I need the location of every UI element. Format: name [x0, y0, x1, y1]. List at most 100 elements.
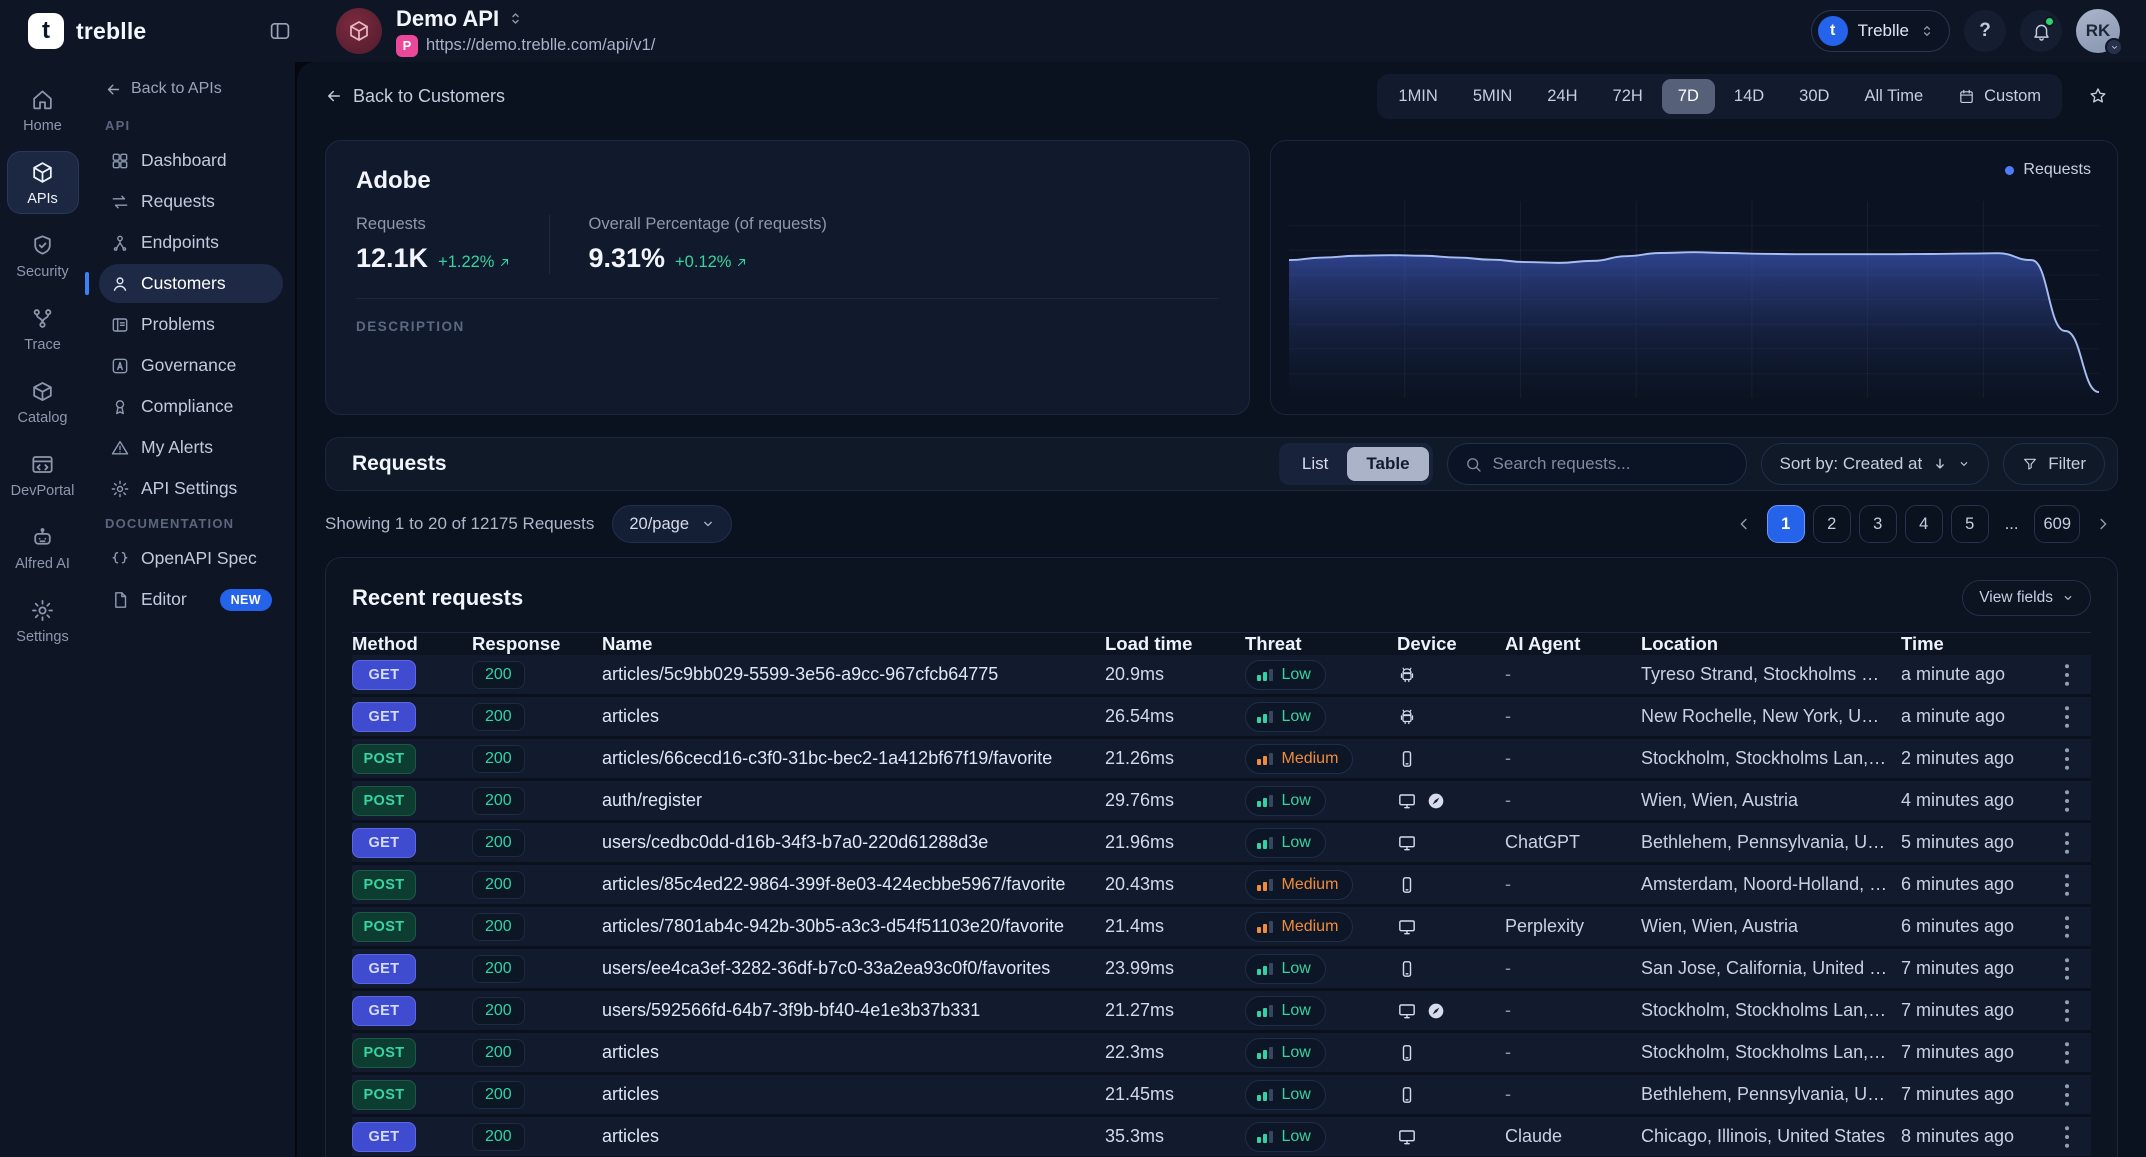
threat-bars-icon	[1257, 669, 1273, 681]
env-badge: P	[396, 35, 418, 57]
filter-button[interactable]: Filter	[2003, 443, 2105, 485]
sidebar-item-problems[interactable]: Problems	[99, 305, 283, 344]
load-time: 21.96ms	[1105, 832, 1245, 853]
method-badge: POST	[352, 870, 416, 900]
row-menu-button[interactable]	[2051, 701, 2083, 733]
row-menu-button[interactable]	[2051, 1121, 2083, 1153]
sidebar-item-customers[interactable]: Customers	[99, 264, 283, 303]
back-to-customers-link[interactable]: Back to Customers	[325, 86, 505, 107]
rail-item-catalog[interactable]: Catalog	[7, 370, 79, 433]
sidebar-item-editor[interactable]: EditorNEW	[99, 580, 283, 619]
main-area: Back to Customers 1MIN5MIN24H72H7D14D30D…	[295, 62, 2146, 1157]
sidebar-item-dashboard[interactable]: Dashboard	[99, 141, 283, 180]
location: Stockholm, Stockholms Lan, S...	[1641, 1042, 1901, 1063]
row-menu-button[interactable]	[2051, 743, 2083, 775]
page-size-select[interactable]: 20/page	[612, 505, 732, 543]
new-badge: NEW	[220, 589, 272, 611]
row-menu-button[interactable]	[2051, 1037, 2083, 1069]
page-button-5[interactable]: 5	[1951, 505, 1989, 543]
table-row[interactable]: POST 200 articles/7801ab4c-942b-30b5-a3c…	[352, 907, 2091, 949]
chevrons-updown-icon	[507, 10, 524, 27]
search-input[interactable]	[1493, 454, 1730, 474]
brand-name: treblle	[76, 18, 146, 45]
view-fields-button[interactable]: View fields	[1962, 580, 2091, 616]
table-row[interactable]: GET 200 users/cedbc0dd-d16b-34f3-b7a0-22…	[352, 823, 2091, 865]
row-menu-button[interactable]	[2051, 827, 2083, 859]
customer-name: Adobe	[356, 167, 1219, 195]
rail-item-alfred-ai[interactable]: Alfred AI	[7, 516, 79, 579]
sort-button[interactable]: Sort by: Created at	[1761, 443, 1990, 485]
help-button[interactable]: ?	[1964, 10, 2006, 52]
device-icons	[1397, 1043, 1505, 1063]
table-row[interactable]: POST 200 articles 22.3ms Low - Stockholm…	[352, 1033, 2091, 1075]
prev-page-button[interactable]	[1729, 505, 1759, 543]
table-row[interactable]: POST 200 auth/register 29.76ms Low - Wie…	[352, 781, 2091, 823]
view-toggle-table[interactable]: Table	[1347, 447, 1428, 481]
sidebar-toggle-button[interactable]	[260, 11, 300, 51]
favorite-button[interactable]	[2078, 76, 2118, 116]
description-label: DESCRIPTION	[356, 319, 1219, 334]
row-menu-button[interactable]	[2051, 659, 2083, 691]
api-switcher[interactable]: Demo API P https://demo.treblle.com/api/…	[336, 6, 655, 57]
rail-item-trace[interactable]: Trace	[7, 297, 79, 360]
sidebar-item-endpoints[interactable]: Endpoints	[99, 223, 283, 262]
column-header-device: Device	[1397, 633, 1505, 655]
page-button-2[interactable]: 2	[1813, 505, 1851, 543]
table-row[interactable]: GET 200 users/ee4ca3ef-3282-36df-b7c0-33…	[352, 949, 2091, 991]
range-button-24h[interactable]: 24H	[1531, 79, 1593, 114]
page-button-3[interactable]: 3	[1859, 505, 1897, 543]
range-button-custom[interactable]: Custom	[1942, 79, 2057, 114]
rail-item-label: Security	[16, 264, 68, 280]
stat-value: 12.1K	[356, 243, 428, 274]
range-button-14d[interactable]: 14D	[1718, 79, 1780, 114]
sidebar-item-openapi-spec[interactable]: OpenAPI Spec	[99, 539, 283, 578]
notifications-button[interactable]	[2020, 10, 2062, 52]
range-button-1min[interactable]: 1MIN	[1382, 79, 1453, 114]
table-row[interactable]: GET 200 articles 26.54ms Low - New Roche…	[352, 697, 2091, 739]
page-button-4[interactable]: 4	[1905, 505, 1943, 543]
rail-item-devportal[interactable]: DevPortal	[7, 443, 79, 506]
time: 7 minutes ago	[1901, 1042, 2051, 1063]
table-row[interactable]: POST 200 articles/85c4ed22-9864-399f-8e0…	[352, 865, 2091, 907]
back-to-apis-link[interactable]: Back to APIs	[99, 76, 283, 112]
rail-item-security[interactable]: Security	[7, 224, 79, 287]
range-button-30d[interactable]: 30D	[1783, 79, 1845, 114]
view-toggle-list[interactable]: List	[1283, 447, 1347, 481]
sidebar-item-my-alerts[interactable]: My Alerts	[99, 428, 283, 467]
row-menu-button[interactable]	[2051, 911, 2083, 943]
range-button-7d[interactable]: 7D	[1662, 79, 1715, 114]
sidebar-item-compliance[interactable]: Compliance	[99, 387, 283, 426]
table-row[interactable]: GET 200 articles 35.3ms Low Claude Chica…	[352, 1117, 2091, 1157]
sort-label: Sort by: Created at	[1780, 454, 1923, 474]
row-menu-button[interactable]	[2051, 1079, 2083, 1111]
range-button-5min[interactable]: 5MIN	[1457, 79, 1528, 114]
rail-item-settings[interactable]: Settings	[7, 589, 79, 652]
rail-item-apis[interactable]: APIs	[7, 151, 79, 214]
page-button-1[interactable]: 1	[1767, 505, 1805, 543]
response-status: 200	[472, 703, 525, 731]
row-menu-button[interactable]	[2051, 995, 2083, 1027]
row-menu-button[interactable]	[2051, 869, 2083, 901]
range-button-all-time[interactable]: All Time	[1848, 79, 1939, 114]
table-row[interactable]: POST 200 articles/66cecd16-c3f0-31bc-bec…	[352, 739, 2091, 781]
workspace-switcher[interactable]: t Treblle	[1811, 10, 1950, 52]
stat-delta: +0.12%	[675, 253, 748, 272]
table-row[interactable]: POST 200 articles 21.45ms Low - Bethlehe…	[352, 1075, 2091, 1117]
table-row[interactable]: GET 200 users/592566fd-64b7-3f9b-bf40-4e…	[352, 991, 2091, 1033]
user-avatar[interactable]: RK	[2076, 9, 2120, 53]
stat: Requests 12.1K +1.22%	[356, 215, 549, 274]
sidebar-item-requests[interactable]: Requests	[99, 182, 283, 221]
request-name: articles/66cecd16-c3f0-31bc-bec2-1a412bf…	[602, 748, 1105, 769]
sidebar-section-title: API	[99, 112, 283, 141]
page-button-609[interactable]: 609	[2034, 505, 2080, 543]
load-time: 21.26ms	[1105, 748, 1245, 769]
sidebar-item-governance[interactable]: Governance	[99, 346, 283, 385]
rail-item-home[interactable]: Home	[7, 78, 79, 141]
sidebar-item-api-settings[interactable]: API Settings	[99, 469, 283, 508]
method-badge: GET	[352, 1122, 416, 1152]
range-button-72h[interactable]: 72H	[1597, 79, 1659, 114]
table-row[interactable]: GET 200 articles/5c9bb029-5599-3e56-a9cc…	[352, 655, 2091, 697]
row-menu-button[interactable]	[2051, 785, 2083, 817]
row-menu-button[interactable]	[2051, 953, 2083, 985]
next-page-button[interactable]	[2088, 505, 2118, 543]
